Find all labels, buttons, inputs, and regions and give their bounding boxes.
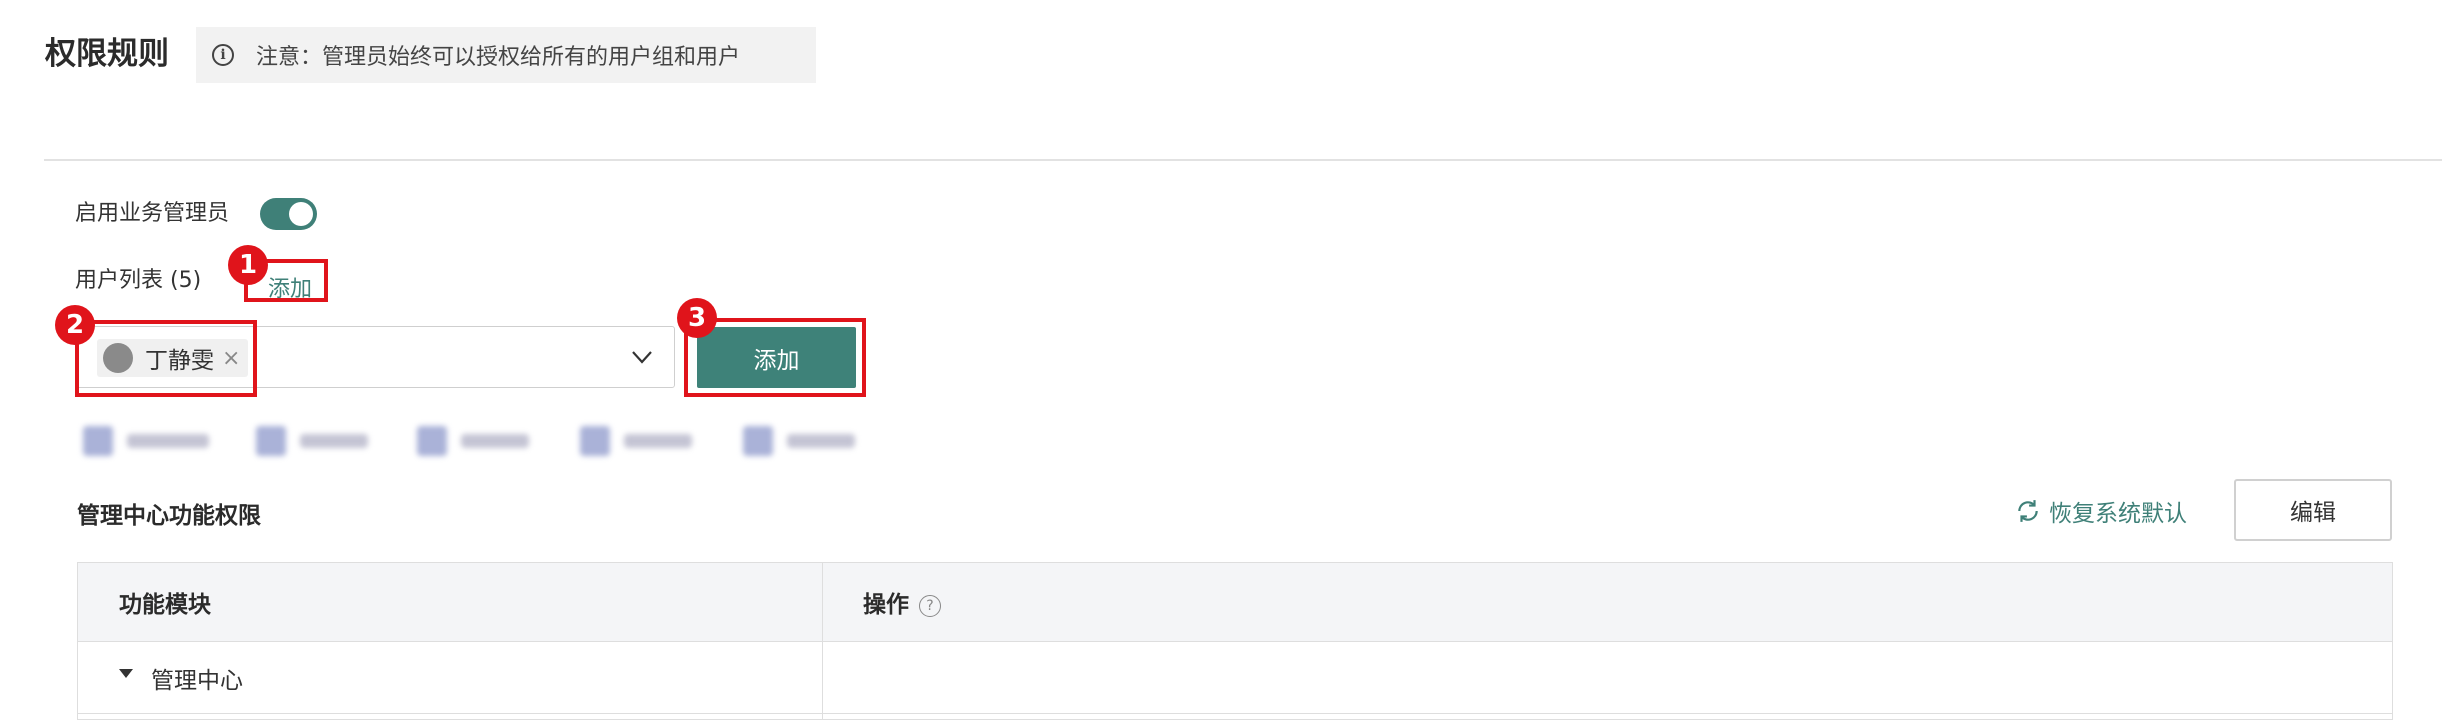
toggle-knob bbox=[289, 202, 313, 226]
column-header-operation-label: 操作 bbox=[863, 592, 909, 618]
refresh-icon bbox=[2018, 500, 2038, 522]
column-divider bbox=[822, 563, 823, 719]
annotation-box-2 bbox=[75, 320, 257, 397]
add-user-link[interactable]: 添加 bbox=[268, 271, 312, 303]
annotation-badge-1: 1 bbox=[228, 245, 268, 285]
annotation-badge-2: 2 bbox=[55, 305, 95, 345]
header-divider bbox=[44, 159, 2442, 161]
annotation-badge-3: 3 bbox=[677, 298, 717, 338]
permission-table: 功能模块 操作? 管理中心 bbox=[77, 562, 2393, 720]
notice-banner: i 注意：管理员始终可以授权给所有的用户组和用户 bbox=[196, 27, 816, 83]
business-admin-label: 启用业务管理员 bbox=[75, 201, 230, 226]
blurred-user-item bbox=[580, 426, 692, 456]
column-header-operation: 操作? bbox=[863, 585, 941, 619]
section-title: 管理中心功能权限 bbox=[77, 503, 261, 529]
table-row[interactable]: 管理中心 bbox=[78, 641, 2392, 714]
blurred-user-item bbox=[83, 426, 209, 456]
restore-default-label: 恢复系统默认 bbox=[2049, 501, 2187, 527]
business-admin-toggle[interactable] bbox=[260, 198, 317, 230]
page-title: 权限规则 bbox=[45, 36, 169, 72]
info-icon: i bbox=[212, 44, 234, 66]
blurred-user-item bbox=[743, 426, 855, 456]
blurred-user-item bbox=[256, 426, 368, 456]
edit-button[interactable]: 编辑 bbox=[2234, 479, 2392, 541]
notice-text: 注意：管理员始终可以授权给所有的用户组和用户 bbox=[256, 45, 741, 70]
help-icon[interactable]: ? bbox=[919, 595, 941, 617]
user-list-label: 用户列表 (5) bbox=[75, 268, 202, 293]
column-header-module: 功能模块 bbox=[119, 592, 211, 618]
caret-down-icon[interactable] bbox=[119, 669, 133, 678]
chevron-down-icon[interactable] bbox=[630, 345, 654, 369]
blurred-user-item bbox=[417, 426, 529, 456]
row-label: 管理中心 bbox=[151, 668, 243, 694]
table-header: 功能模块 操作? bbox=[78, 563, 2392, 642]
restore-default-button[interactable]: 恢复系统默认 bbox=[2015, 494, 2187, 528]
